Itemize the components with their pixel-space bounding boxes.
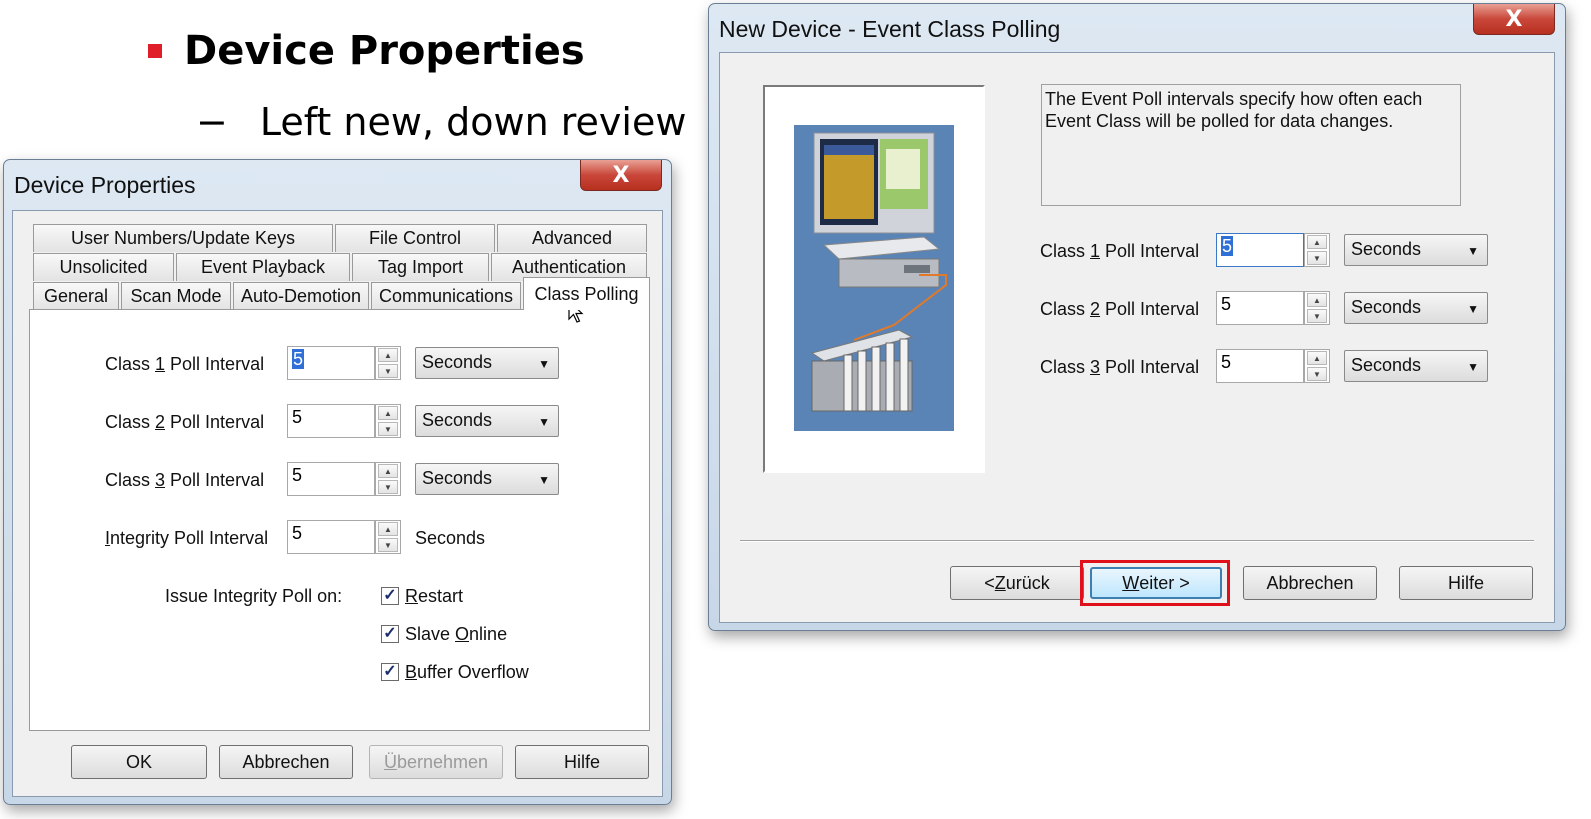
- class-1-label: Class 1 Poll Interval: [1040, 241, 1200, 261]
- class-3-interval-input[interactable]: 5: [287, 462, 375, 496]
- tab-file-control[interactable]: File Control: [335, 224, 495, 252]
- dialog-client-area: User Numbers/Update Keys File Control Ad…: [12, 210, 663, 797]
- spin-up-icon[interactable]: ▲: [378, 406, 398, 420]
- restart-checkbox[interactable]: ✓: [381, 587, 399, 605]
- spin-up-icon[interactable]: ▲: [378, 522, 398, 536]
- class-2-interval-input[interactable]: 5: [1216, 291, 1304, 325]
- close-icon: X: [1505, 6, 1523, 32]
- spin-up-icon[interactable]: ▲: [1307, 235, 1327, 249]
- class-3-unit-select[interactable]: Seconds ▼: [1344, 350, 1488, 382]
- spin-up-icon[interactable]: ▲: [378, 464, 398, 478]
- spin-down-icon[interactable]: ▼: [1307, 251, 1327, 265]
- dropdown-arrow-icon: ▼: [538, 357, 550, 371]
- tab-tag-import[interactable]: Tag Import: [352, 253, 489, 281]
- class-3-spinner[interactable]: ▲ ▼: [1304, 349, 1330, 383]
- class-1-interval-input[interactable]: 5: [287, 346, 375, 380]
- spin-down-icon[interactable]: ▼: [378, 480, 398, 494]
- class-2-spinner[interactable]: ▲ ▼: [1304, 291, 1330, 325]
- class-1-spinner[interactable]: ▲ ▼: [375, 346, 401, 380]
- tab-auto-demotion[interactable]: Auto-Demotion: [233, 282, 369, 310]
- class-3-label: Class 3 Poll Interval: [105, 470, 265, 490]
- class-polling-panel: Class 1 Poll Interval 5 ▲ ▼ Seconds ▼ Clas…: [29, 300, 650, 731]
- ok-button[interactable]: OK: [71, 745, 207, 779]
- description-text: The Event Poll intervals specify how oft…: [1045, 89, 1423, 131]
- help-button[interactable]: Hilfe: [515, 745, 649, 779]
- dropdown-arrow-icon: ▼: [1467, 244, 1479, 258]
- spin-down-icon[interactable]: ▼: [1307, 309, 1327, 323]
- spin-up-icon[interactable]: ▲: [1307, 351, 1327, 365]
- window-title: Device Properties: [14, 172, 196, 198]
- spin-up-icon[interactable]: ▲: [378, 348, 398, 362]
- class-3-label: Class 3 Poll Interval: [1040, 357, 1200, 377]
- buffer-overflow-label[interactable]: Buffer Overflow: [405, 662, 529, 683]
- class-3-spinner[interactable]: ▲ ▼: [375, 462, 401, 496]
- event-class-polling-window: New Device - Event Class Polling X The E…: [708, 3, 1566, 631]
- close-icon: X: [612, 162, 630, 188]
- issue-integrity-label: Issue Integrity Poll on:: [165, 586, 343, 606]
- cancel-button[interactable]: Abbrechen: [219, 745, 353, 779]
- class-2-unit-select[interactable]: Seconds ▼: [415, 405, 559, 437]
- spin-down-icon[interactable]: ▼: [378, 422, 398, 436]
- help-button[interactable]: Hilfe: [1399, 566, 1533, 600]
- dropdown-arrow-icon: ▼: [1467, 302, 1479, 316]
- class-2-label: Class 2 Poll Interval: [105, 412, 265, 432]
- tab-unsolicited[interactable]: Unsolicited: [33, 253, 174, 281]
- tab-scan-mode[interactable]: Scan Mode: [121, 282, 231, 310]
- integrity-label: Integrity Poll Interval: [105, 528, 269, 548]
- close-button[interactable]: X: [580, 160, 662, 191]
- wizard-client-area: The Event Poll intervals specify how oft…: [719, 52, 1555, 623]
- class-1-label: Class 1 Poll Interval: [105, 354, 265, 374]
- wizard-divider: [740, 540, 1534, 542]
- device-network-illustration: [794, 125, 954, 431]
- dropdown-arrow-icon: ▼: [1467, 360, 1479, 374]
- tab-general[interactable]: General: [33, 282, 119, 310]
- restart-label[interactable]: Restart: [405, 586, 463, 607]
- class-1-spinner[interactable]: ▲ ▼: [1304, 233, 1330, 267]
- dropdown-arrow-icon: ▼: [538, 415, 550, 429]
- class-2-interval-input[interactable]: 5: [287, 404, 375, 438]
- tab-class-polling[interactable]: Class Polling: [523, 277, 650, 310]
- tab-user-numbers[interactable]: User Numbers/Update Keys: [33, 224, 333, 252]
- slide-title: Device Properties: [184, 28, 585, 74]
- spin-down-icon[interactable]: ▼: [378, 364, 398, 378]
- integrity-interval-input[interactable]: 5: [287, 520, 375, 554]
- close-button[interactable]: X: [1473, 4, 1555, 35]
- apply-button[interactable]: Übernehmen: [369, 745, 503, 779]
- tab-advanced[interactable]: Advanced: [497, 224, 647, 252]
- window-title: New Device - Event Class Polling: [719, 16, 1061, 42]
- spin-down-icon[interactable]: ▼: [378, 538, 398, 552]
- class-2-label: Class 2 Poll Interval: [1040, 299, 1200, 319]
- spin-up-icon[interactable]: ▲: [1307, 293, 1327, 307]
- tab-communications[interactable]: Communications: [371, 282, 521, 310]
- spin-down-icon[interactable]: ▼: [1307, 367, 1327, 381]
- buffer-overflow-checkbox[interactable]: ✓: [381, 663, 399, 681]
- class-1-interval-input[interactable]: 5: [1216, 233, 1304, 267]
- wizard-image-frame: [763, 85, 985, 473]
- description-box: The Event Poll intervals specify how oft…: [1041, 84, 1461, 206]
- slide-subtitle: − Left new, down review: [196, 100, 687, 144]
- tab-event-playback[interactable]: Event Playback: [176, 253, 350, 281]
- integrity-spinner[interactable]: ▲ ▼: [375, 520, 401, 554]
- next-button-highlight: [1080, 560, 1230, 606]
- integrity-unit-label: Seconds: [415, 528, 486, 548]
- dropdown-arrow-icon: ▼: [538, 473, 550, 487]
- device-properties-window: Device Properties X User Numbers/Update …: [3, 159, 672, 805]
- slave-online-label[interactable]: Slave Online: [405, 624, 507, 645]
- class-1-unit-select[interactable]: Seconds ▼: [415, 347, 559, 379]
- class-2-unit-select[interactable]: Seconds ▼: [1344, 292, 1488, 324]
- class-1-unit-select[interactable]: Seconds ▼: [1344, 234, 1488, 266]
- class-3-interval-input[interactable]: 5: [1216, 349, 1304, 383]
- back-button[interactable]: < Zurück: [950, 566, 1084, 600]
- slave-online-checkbox[interactable]: ✓: [381, 625, 399, 643]
- cancel-button[interactable]: Abbrechen: [1243, 566, 1377, 600]
- class-3-unit-select[interactable]: Seconds ▼: [415, 463, 559, 495]
- class-2-spinner[interactable]: ▲ ▼: [375, 404, 401, 438]
